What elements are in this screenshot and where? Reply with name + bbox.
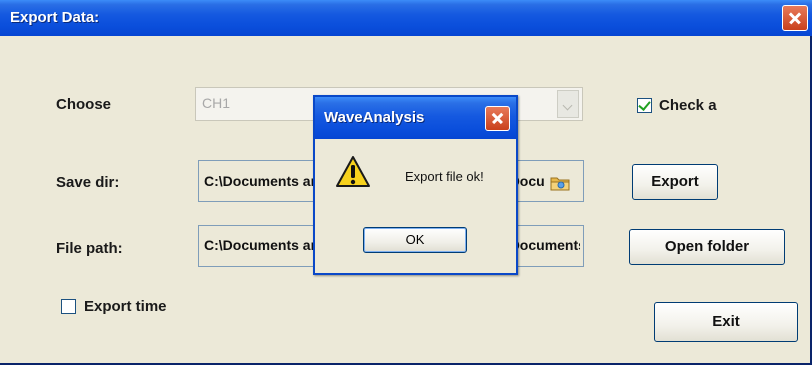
exit-button[interactable]: Exit	[654, 302, 798, 342]
file-path-label: File path:	[56, 240, 123, 257]
warning-icon	[336, 156, 370, 187]
window-title: Export Data:	[10, 9, 100, 26]
export-time-label: Export time	[84, 298, 167, 315]
export-button[interactable]: Export	[632, 164, 718, 200]
dialog-title-bar[interactable]: WaveAnalysis	[315, 97, 516, 139]
ok-button[interactable]: OK	[363, 227, 467, 253]
export-time-checkbox[interactable]	[61, 299, 76, 314]
save-dir-label: Save dir:	[56, 174, 120, 191]
message-dialog: WaveAnalysis Export file ok! OK	[313, 95, 518, 275]
check-all-checkbox[interactable]	[637, 98, 652, 113]
open-folder-button[interactable]: Open folder	[629, 229, 785, 265]
check-all-label: Check a	[659, 97, 717, 114]
dialog-close-icon[interactable]	[485, 106, 510, 131]
export-data-window: Export Data: Choose CH1 Check a Save dir…	[0, 0, 812, 365]
browse-folder-icon[interactable]	[550, 175, 570, 191]
choose-label: Choose	[56, 96, 112, 113]
channel-select-value: CH1	[202, 95, 231, 111]
checkmark-icon	[638, 98, 651, 111]
dialog-title: WaveAnalysis	[324, 109, 425, 126]
chevron-down-icon[interactable]	[557, 90, 579, 118]
dialog-message: Export file ok!	[405, 169, 484, 184]
close-icon[interactable]	[782, 5, 808, 31]
title-bar[interactable]: Export Data:	[0, 0, 812, 36]
